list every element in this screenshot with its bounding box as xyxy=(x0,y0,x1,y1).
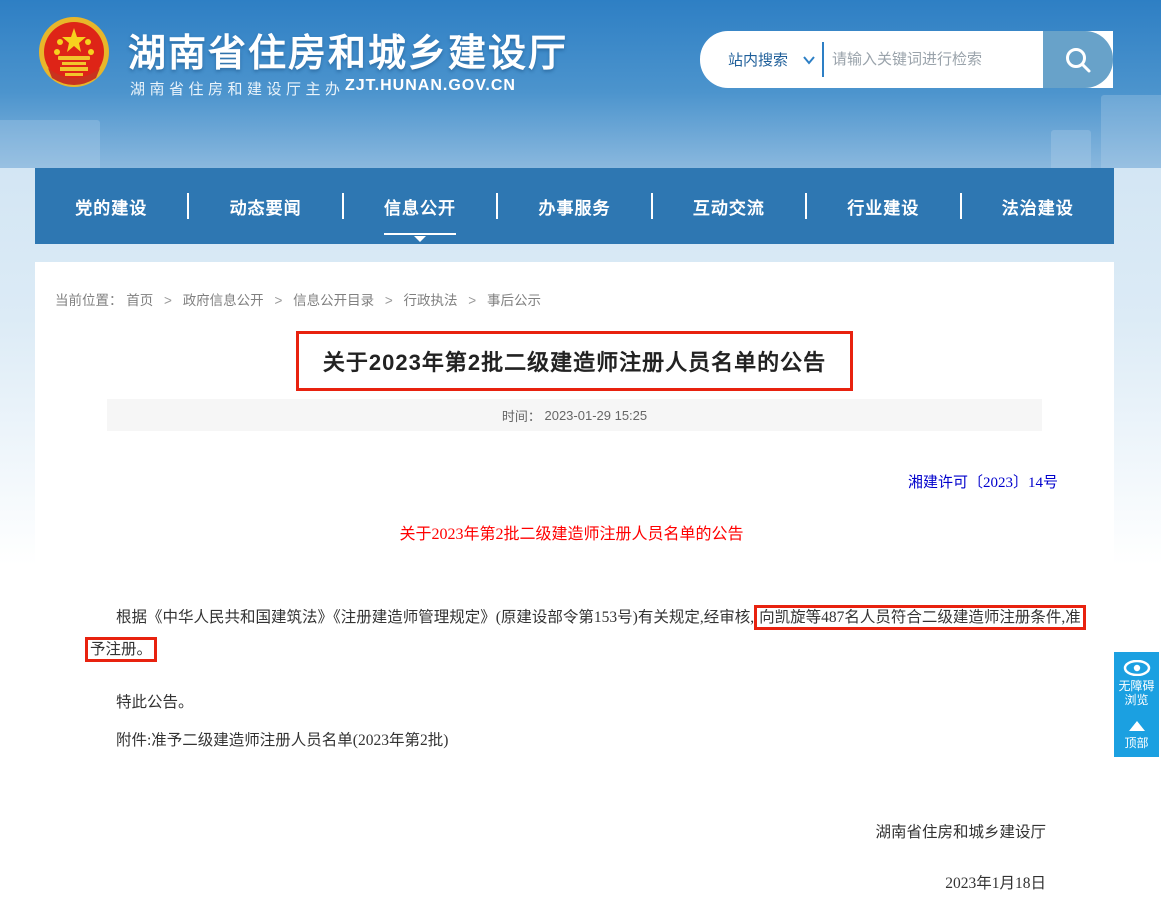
back-to-top-label: 顶部 xyxy=(1124,736,1148,750)
arrow-up-icon xyxy=(1129,721,1145,731)
closing-line: 特此公告。 xyxy=(85,690,1058,712)
breadcrumb-separator: > xyxy=(468,293,476,308)
back-to-top-button[interactable]: 顶部 xyxy=(1114,712,1159,757)
site-header: 湖南省住房和城乡建设厅 湖南省住房和建设厅主办 ZJT.HUNAN.GOV.CN… xyxy=(0,0,1161,168)
national-emblem-logo xyxy=(38,16,110,94)
accessibility-button[interactable]: 无障碍 浏览 xyxy=(1114,652,1159,714)
document-paragraph: 根据《中华人民共和国建筑法》《注册建造师管理规定》(原建设部令第153号)有关规… xyxy=(85,602,1058,666)
nav-item-label: 信息公开 xyxy=(384,199,456,218)
header-illustration xyxy=(1101,95,1161,168)
document-body: 湘建许可〔2023〕14号 关于2023年第2批二级建造师注册人员名单的公告 根… xyxy=(35,471,1114,893)
breadcrumb-label: 当前位置： xyxy=(55,293,123,308)
breadcrumb-info-catalog[interactable]: 信息公开目录 xyxy=(293,293,374,308)
accessibility-label: 无障碍 浏览 xyxy=(1118,679,1154,707)
search-icon xyxy=(1063,45,1093,75)
main-nav: 党的建设 动态要闻 信息公开 办事服务 互动交流 行业建设 法治建设 xyxy=(35,168,1114,244)
attachment-line: 附件:准予二级建造师注册人员名单(2023年第2批) xyxy=(85,728,1058,750)
search-scope-label: 站内搜索 xyxy=(728,49,788,70)
breadcrumb-separator: > xyxy=(385,293,393,308)
attachment-text[interactable]: 附件:准予二级建造师注册人员名单(2023年第2批) xyxy=(116,732,448,749)
document-number-link[interactable]: 湘建许可〔2023〕14号 xyxy=(85,471,1058,492)
active-nav-caret xyxy=(414,236,426,242)
breadcrumb-separator: > xyxy=(164,293,172,308)
nav-item-news[interactable]: 动态要闻 xyxy=(189,184,341,229)
breadcrumb-law-enforcement[interactable]: 行政执法 xyxy=(404,293,458,308)
document-red-title: 关于2023年第2批二级建造师注册人员名单的公告 xyxy=(85,520,1058,544)
active-nav-underline xyxy=(384,233,456,235)
time-value: 2023-01-29 15:25 xyxy=(544,408,647,423)
breadcrumb-gov-info[interactable]: 政府信息公开 xyxy=(183,293,264,308)
header-illustration xyxy=(1051,130,1091,168)
search-divider xyxy=(822,42,824,77)
nav-item-services[interactable]: 办事服务 xyxy=(498,184,650,229)
article-title-row: 关于2023年第2批二级建造师注册人员名单的公告 xyxy=(35,331,1114,391)
site-subtitle: 湖南省住房和建设厅主办 xyxy=(130,78,345,99)
breadcrumb-separator: > xyxy=(274,293,282,308)
nav-item-party-building[interactable]: 党的建设 xyxy=(35,184,187,229)
breadcrumb-home[interactable]: 首页 xyxy=(126,293,153,308)
nav-item-info-disclosure[interactable]: 信息公开 xyxy=(344,184,496,229)
annotation-box-title: 关于2023年第2批二级建造师注册人员名单的公告 xyxy=(296,331,853,391)
nav-item-interaction[interactable]: 互动交流 xyxy=(653,184,805,229)
annotation-box-highlight-2: 予注册。 xyxy=(85,637,157,662)
chevron-down-icon[interactable] xyxy=(802,55,816,65)
signature: 湖南省住房和城乡建设厅 xyxy=(85,820,1058,842)
site-url: ZJT.HUNAN.GOV.CN xyxy=(345,77,516,95)
search-bar: 站内搜索 xyxy=(700,31,1113,88)
closing-text: 特此公告。 xyxy=(116,694,194,711)
page-title: 关于2023年第2批二级建造师注册人员名单的公告 xyxy=(323,345,826,377)
header-illustration xyxy=(0,120,100,168)
breadcrumb: 当前位置： 首页 > 政府信息公开 > 信息公开目录 > 行政执法 > 事后公示 xyxy=(35,262,1114,309)
annotation-box-highlight-1: 向凯旋等487名人员符合二级建造师注册条件,准 xyxy=(754,605,1086,630)
eye-icon xyxy=(1123,660,1151,676)
nav-item-industry[interactable]: 行业建设 xyxy=(807,184,959,229)
search-input[interactable] xyxy=(832,39,1037,80)
signature-date: 2023年1月18日 xyxy=(85,871,1058,893)
nav-item-rule-of-law[interactable]: 法治建设 xyxy=(962,184,1114,229)
publish-time-bar: 时间： 2023-01-29 15:25 xyxy=(107,399,1042,431)
paragraph-text: 根据《中华人民共和国建筑法》《注册建造师管理规定》(原建设部令第153号)有关规… xyxy=(116,609,754,626)
search-button[interactable] xyxy=(1043,31,1113,88)
paragraph-line-1: 根据《中华人民共和国建筑法》《注册建造师管理规定》(原建设部令第153号)有关规… xyxy=(85,602,1058,634)
paragraph-line-2: 予注册。 xyxy=(85,634,1058,666)
content-panel: 当前位置： 首页 > 政府信息公开 > 信息公开目录 > 行政执法 > 事后公示… xyxy=(35,262,1114,911)
site-title: 湖南省住房和城乡建设厅 xyxy=(128,22,568,77)
breadcrumb-post-publicity[interactable]: 事后公示 xyxy=(487,293,541,308)
time-label: 时间： xyxy=(502,406,541,425)
search-scope-dropdown[interactable]: 站内搜索 xyxy=(728,31,788,88)
